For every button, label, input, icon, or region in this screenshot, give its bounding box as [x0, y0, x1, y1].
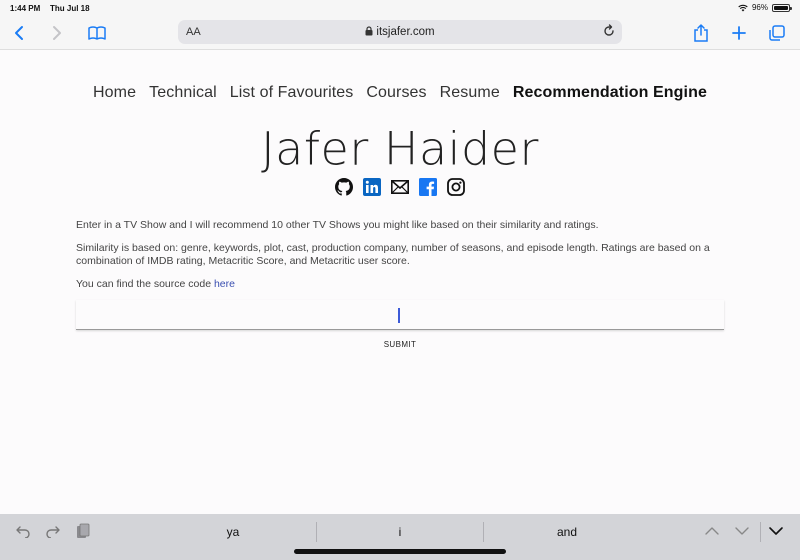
battery-icon — [772, 3, 792, 12]
redo-icon[interactable] — [44, 522, 62, 540]
nav-technical[interactable]: Technical — [149, 84, 217, 102]
social-links — [0, 177, 800, 196]
status-right: 96% — [738, 3, 792, 12]
home-indicator[interactable] — [294, 549, 506, 554]
similarity-text: Similarity is based on: genre, keywords,… — [76, 242, 710, 267]
nav-list-of-favourites[interactable]: List of Favourites — [230, 84, 354, 102]
submit-button[interactable]: SUBMIT — [370, 340, 430, 349]
linkedin-icon[interactable] — [363, 177, 382, 196]
paste-icon[interactable] — [74, 522, 92, 540]
suggestion-3[interactable]: and — [484, 522, 650, 542]
status-time: 1:44 PM — [10, 4, 41, 13]
new-tab-icon[interactable] — [728, 22, 750, 44]
facebook-icon[interactable] — [419, 177, 438, 196]
domain-text: itsjafer.com — [376, 26, 435, 38]
nav-home[interactable]: Home — [93, 84, 136, 102]
nav-recommendation-engine[interactable]: Recommendation Engine — [513, 84, 707, 102]
previous-field-icon[interactable] — [703, 522, 721, 540]
text-caret — [398, 308, 400, 323]
forward-icon[interactable] — [46, 22, 68, 44]
dismiss-keyboard-icon[interactable] — [767, 522, 785, 540]
back-icon[interactable] — [8, 22, 30, 44]
wifi-icon — [738, 4, 748, 11]
browser-toolbar: AA itsjafer.com — [0, 16, 800, 50]
nav-resume[interactable]: Resume — [440, 84, 500, 102]
instagram-icon[interactable] — [447, 177, 466, 196]
suggestion-2[interactable]: i — [317, 522, 483, 542]
source-code-link[interactable]: here — [214, 278, 235, 290]
description: Enter in a TV Show and I will recommend … — [76, 219, 726, 301]
address-bar[interactable]: AA itsjafer.com — [178, 20, 622, 44]
github-icon[interactable] — [335, 177, 354, 196]
source-code-line: You can find the source code here — [76, 278, 726, 291]
share-icon[interactable] — [690, 22, 712, 44]
bookmarks-icon[interactable] — [86, 22, 108, 44]
lock-icon — [365, 26, 373, 36]
intro-text: Enter in a TV Show and I will recommend … — [76, 219, 599, 231]
battery-percent: 96% — [751, 3, 768, 12]
email-icon[interactable] — [391, 177, 410, 196]
address-domain: itsjafer.com — [178, 26, 622, 38]
nav-courses[interactable]: Courses — [366, 84, 426, 102]
site-name-heading: Jafer Haider — [261, 122, 539, 176]
suggestion-1[interactable]: ya — [150, 522, 316, 542]
status-date: Thu Jul 18 — [50, 4, 90, 13]
undo-icon[interactable] — [14, 522, 32, 540]
site-nav: Home Technical List of Favourites Course… — [0, 84, 800, 102]
next-field-icon[interactable] — [733, 522, 751, 540]
tv-show-input-container — [76, 300, 724, 330]
status-bar: 1:44 PM Thu Jul 18 96% — [0, 0, 800, 16]
tv-show-input[interactable] — [76, 300, 724, 329]
reload-icon[interactable] — [602, 24, 616, 43]
toolbar-divider — [760, 522, 761, 542]
tabs-overview-icon[interactable] — [766, 22, 788, 44]
source-code-prefix: You can find the source code — [76, 278, 214, 290]
